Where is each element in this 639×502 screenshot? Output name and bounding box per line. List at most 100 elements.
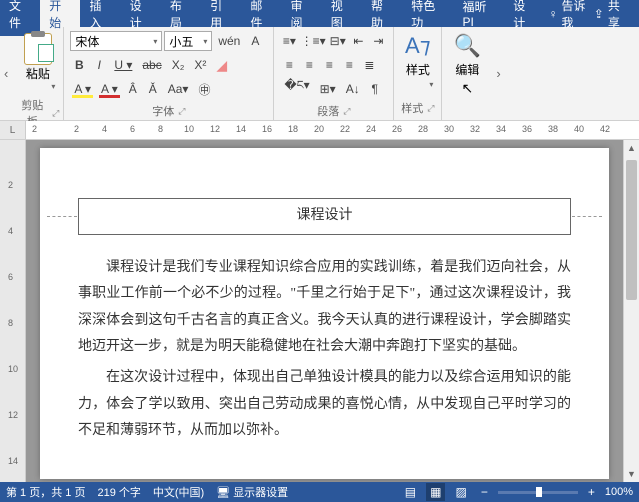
status-language[interactable]: 中文(中国) bbox=[153, 484, 204, 500]
editing-button[interactable]: 🔍 编辑 ↖ bbox=[446, 29, 488, 101]
char-border-button[interactable]: A bbox=[246, 31, 264, 51]
document-area: 2 4 6 8 10 12 14 课程设计 课程设计是我们专业课程知识综合应用的… bbox=[0, 140, 639, 482]
superscript-button[interactable]: X² bbox=[190, 55, 210, 75]
numbering-button[interactable]: ⋮≡▾ bbox=[300, 31, 326, 51]
tab-design2[interactable]: 设计 bbox=[504, 0, 544, 36]
grow-font-button[interactable]: Â bbox=[124, 79, 142, 99]
ruler-tick: 12 bbox=[210, 124, 220, 134]
multilevel-button[interactable]: ⊟▾ bbox=[328, 31, 347, 51]
justify-button[interactable]: ≡ bbox=[340, 55, 358, 75]
ruler-tick: 32 bbox=[470, 124, 480, 134]
styles-group-label: 样式 bbox=[401, 100, 423, 116]
document-page[interactable]: 课程设计 课程设计是我们专业课程知识综合应用的实践训练，着是我们迈向社会，从事职… bbox=[40, 148, 609, 479]
paragraph-2[interactable]: 在这次设计过程中，体现出自己单独设计模具的能力以及综合运用知识的能力，体会了学以… bbox=[78, 365, 571, 445]
zoom-in-button[interactable]: + bbox=[584, 483, 599, 501]
font-expand-icon[interactable]: ⤢ bbox=[178, 106, 185, 117]
view-print-layout[interactable]: ▦ bbox=[426, 483, 445, 501]
chevron-down-icon: ▾ bbox=[51, 82, 55, 91]
font-color-button[interactable]: A ▾ bbox=[97, 79, 122, 99]
zoom-out-button[interactable]: − bbox=[477, 483, 492, 501]
cursor-icon: ↖ bbox=[461, 80, 473, 97]
styles-button[interactable]: A⁊ 样式 ▾ bbox=[398, 29, 437, 93]
group-clipboard: 粘贴 ▾ 剪贴板 ⤢ bbox=[12, 27, 64, 120]
view-read-mode[interactable]: ▤ bbox=[401, 483, 420, 501]
styles-label: 样式 bbox=[406, 61, 430, 78]
paste-button[interactable]: 粘贴 ▾ bbox=[16, 29, 59, 95]
underline-button[interactable]: U ▾ bbox=[110, 55, 136, 75]
ruler-tick: 8 bbox=[158, 124, 163, 134]
scroll-up-arrow[interactable]: ▲ bbox=[624, 140, 639, 156]
paragraph-group-label: 段落 bbox=[317, 103, 339, 119]
paragraph-expand-icon[interactable]: ⤢ bbox=[343, 106, 350, 117]
lightbulb-icon: ♀ bbox=[548, 7, 557, 21]
page-viewport[interactable]: 课程设计 课程设计是我们专业课程知识综合应用的实践训练，着是我们迈向社会，从事职… bbox=[26, 140, 623, 482]
font-size-combo[interactable]: 小五 ▾ bbox=[164, 31, 212, 51]
group-paragraph: ≡▾ ⋮≡▾ ⊟▾ ⇤ ⇥ ≡ ≡ ≡ ≡ ≣ �ང▾ ⊞▾ A↓ ¶ 段落 ⤢ bbox=[274, 27, 394, 120]
vertical-scrollbar[interactable]: ▲ ▼ bbox=[623, 140, 639, 482]
status-page[interactable]: 第 1 页，共 1 页 bbox=[6, 484, 85, 500]
shrink-font-button[interactable]: Ǎ bbox=[144, 79, 162, 99]
chevron-down-icon: ▾ bbox=[153, 37, 157, 46]
align-right-button[interactable]: ≡ bbox=[320, 55, 338, 75]
font-family-combo[interactable]: 宋体 ▾ bbox=[70, 31, 162, 51]
sort-button[interactable]: A↓ bbox=[342, 79, 364, 99]
ruler-tick: 24 bbox=[366, 124, 376, 134]
vruler-tick: 12 bbox=[8, 410, 18, 420]
menu-tabs: 文件 开始 插入 设计 布局 引用 邮件 审阅 视图 帮助 特色功 福昕PI 设… bbox=[0, 0, 639, 27]
highlight-button[interactable]: A ▾ bbox=[70, 79, 95, 99]
share-icon: ⇪ bbox=[594, 7, 604, 21]
paragraph-1[interactable]: 课程设计是我们专业课程知识综合应用的实践训练，着是我们迈向社会，从事职业工作前一… bbox=[78, 255, 571, 361]
group-font: 宋体 ▾ 小五 ▾ wén A B I U ▾ abc X₂ X² ◢ A ▾ … bbox=[64, 27, 274, 120]
status-word-count[interactable]: 219 个字 bbox=[97, 484, 140, 500]
bullets-button[interactable]: ≡▾ bbox=[280, 31, 298, 51]
phonetic-guide-button[interactable]: wén bbox=[214, 31, 244, 51]
show-marks-button[interactable]: ¶ bbox=[366, 79, 384, 99]
ribbon: ‹ 粘贴 ▾ 剪贴板 ⤢ 宋体 ▾ 小五 ▾ wén A B I bbox=[0, 27, 639, 121]
ruler-tick: 4 bbox=[102, 124, 107, 134]
distribute-button[interactable]: ≣ bbox=[360, 55, 378, 75]
clipboard-expand-icon[interactable]: ⤢ bbox=[52, 108, 59, 119]
vruler-tick: 14 bbox=[8, 456, 18, 466]
chevron-down-icon: ▾ bbox=[203, 37, 207, 46]
borders-button[interactable]: ⊞▾ bbox=[316, 79, 340, 99]
outdent-button[interactable]: ⇤ bbox=[349, 31, 367, 51]
scroll-down-arrow[interactable]: ▼ bbox=[624, 466, 639, 482]
ribbon-scroll-right[interactable]: › bbox=[492, 27, 504, 120]
document-title[interactable]: 课程设计 bbox=[78, 198, 571, 235]
vruler-tick: 2 bbox=[8, 180, 13, 190]
italic-button[interactable]: I bbox=[90, 55, 108, 75]
ruler-scale[interactable]: 2 2 4 6 8 10 12 14 16 18 20 22 24 26 28 … bbox=[26, 121, 639, 139]
styles-expand-icon[interactable]: ⤢ bbox=[427, 103, 434, 114]
ruler-tick: 18 bbox=[288, 124, 298, 134]
ruler-tick: 34 bbox=[496, 124, 506, 134]
ruler-tick: 22 bbox=[340, 124, 350, 134]
scroll-thumb[interactable] bbox=[626, 160, 637, 300]
ruler-tick: 2 bbox=[32, 124, 37, 134]
indent-button[interactable]: ⇥ bbox=[369, 31, 387, 51]
paste-label: 粘贴 bbox=[26, 65, 50, 82]
ruler-tick: 20 bbox=[314, 124, 324, 134]
ruler-tick: 26 bbox=[392, 124, 402, 134]
strike-button[interactable]: abc bbox=[138, 55, 165, 75]
bold-button[interactable]: B bbox=[70, 55, 88, 75]
enclose-char-button[interactable]: ㊥ bbox=[194, 79, 214, 99]
zoom-slider[interactable] bbox=[498, 491, 578, 494]
shading-button[interactable]: �ང▾ bbox=[280, 79, 313, 99]
tell-me[interactable]: ♀ 告诉我 bbox=[548, 0, 593, 31]
ruler-vertical[interactable]: 2 4 6 8 10 12 14 bbox=[0, 140, 26, 482]
clear-format-button[interactable]: ◢ bbox=[212, 55, 231, 75]
zoom-level[interactable]: 100% bbox=[605, 486, 633, 498]
ruler-tick: 42 bbox=[600, 124, 610, 134]
ruler-tick: 14 bbox=[236, 124, 246, 134]
change-case-button[interactable]: Aa▾ bbox=[164, 79, 193, 99]
ruler-tick: 28 bbox=[418, 124, 428, 134]
share-label: 共享 bbox=[608, 0, 629, 31]
ruler-tick: 40 bbox=[574, 124, 584, 134]
ribbon-scroll-left[interactable]: ‹ bbox=[0, 27, 12, 120]
view-web-layout[interactable]: ▨ bbox=[451, 483, 470, 501]
status-display-settings[interactable]: 🖥 显示器设置 bbox=[216, 484, 288, 500]
subscript-button[interactable]: X₂ bbox=[168, 55, 189, 75]
share-button[interactable]: ⇪ 共享 bbox=[594, 0, 629, 31]
zoom-slider-thumb[interactable] bbox=[536, 487, 542, 497]
group-editing: 🔍 编辑 ↖ bbox=[442, 27, 492, 120]
